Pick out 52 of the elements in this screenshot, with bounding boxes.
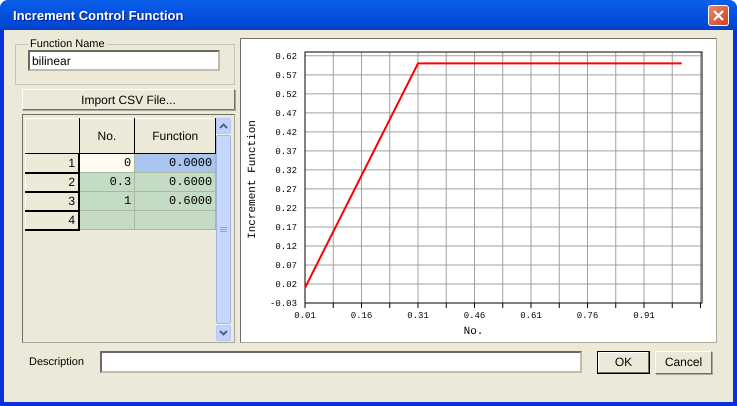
tick-label: 0.12 [275,242,297,252]
ok-button[interactable]: OK [597,350,650,374]
tick-label: 0.22 [275,204,297,214]
table-cell[interactable]: 0.3 [79,172,135,192]
tick-label: 0.31 [407,311,429,321]
tick-label: 0.46 [464,311,486,321]
close-button[interactable] [708,4,729,26]
group-label: Function Name [29,38,106,50]
tick-label: 0.17 [275,222,297,233]
tick-label: 0.62 [275,52,297,62]
y-axis-title: Increment Function [247,120,259,239]
tick-label: 0.47 [275,108,297,119]
tick-label: 0.52 [275,90,297,100]
scroll-up-button[interactable] [216,118,231,134]
grip-icon [220,226,228,232]
tick-label: 0.32 [275,166,297,176]
tick-label: 0.91 [633,311,655,321]
import-csv-button[interactable]: Import CSV File... [22,89,235,110]
table-cell[interactable]: 0.6000 [134,192,216,210]
function-name-field[interactable]: bilinear [28,50,220,71]
table-cell[interactable]: 0 [79,154,135,172]
tick-label: -0.03 [270,299,297,309]
tick-label: 0.57 [275,70,297,81]
description-label: Description [28,356,86,368]
tick-label: 0.42 [275,128,297,138]
window-title: Increment Control Function [13,8,184,22]
scroll-down-button[interactable] [216,325,231,341]
x-axis-title: No. [464,326,484,338]
tick-label: 0.16 [350,311,372,321]
table-cell[interactable] [79,210,135,230]
cancel-button[interactable]: Cancel [655,350,712,374]
table-cell[interactable] [134,210,216,230]
table-cell[interactable]: 0.0000 [134,154,216,172]
tick-label: 0.02 [275,280,297,290]
tick-label: 0.76 [576,311,598,321]
up-caret-icon [219,123,228,129]
tick-label: 0.61 [520,311,542,321]
table-cell[interactable]: 1 [79,192,135,210]
tick-label: 0.01 [294,311,316,321]
table-cell[interactable]: 0.6000 [134,172,216,192]
tick-label: 0.27 [275,184,297,195]
corner-header [26,118,80,154]
tick-label: 0.37 [275,146,297,157]
scroll-thumb[interactable] [216,135,231,324]
vertical-scrollbar[interactable] [216,118,231,341]
column-header[interactable]: No. [79,118,135,154]
row-header[interactable]: 1 [26,154,80,172]
column-header[interactable]: Function [134,118,216,154]
description-field[interactable] [100,351,582,373]
down-caret-icon [219,330,228,336]
close-icon [713,10,724,20]
tick-label: 0.07 [275,260,297,271]
